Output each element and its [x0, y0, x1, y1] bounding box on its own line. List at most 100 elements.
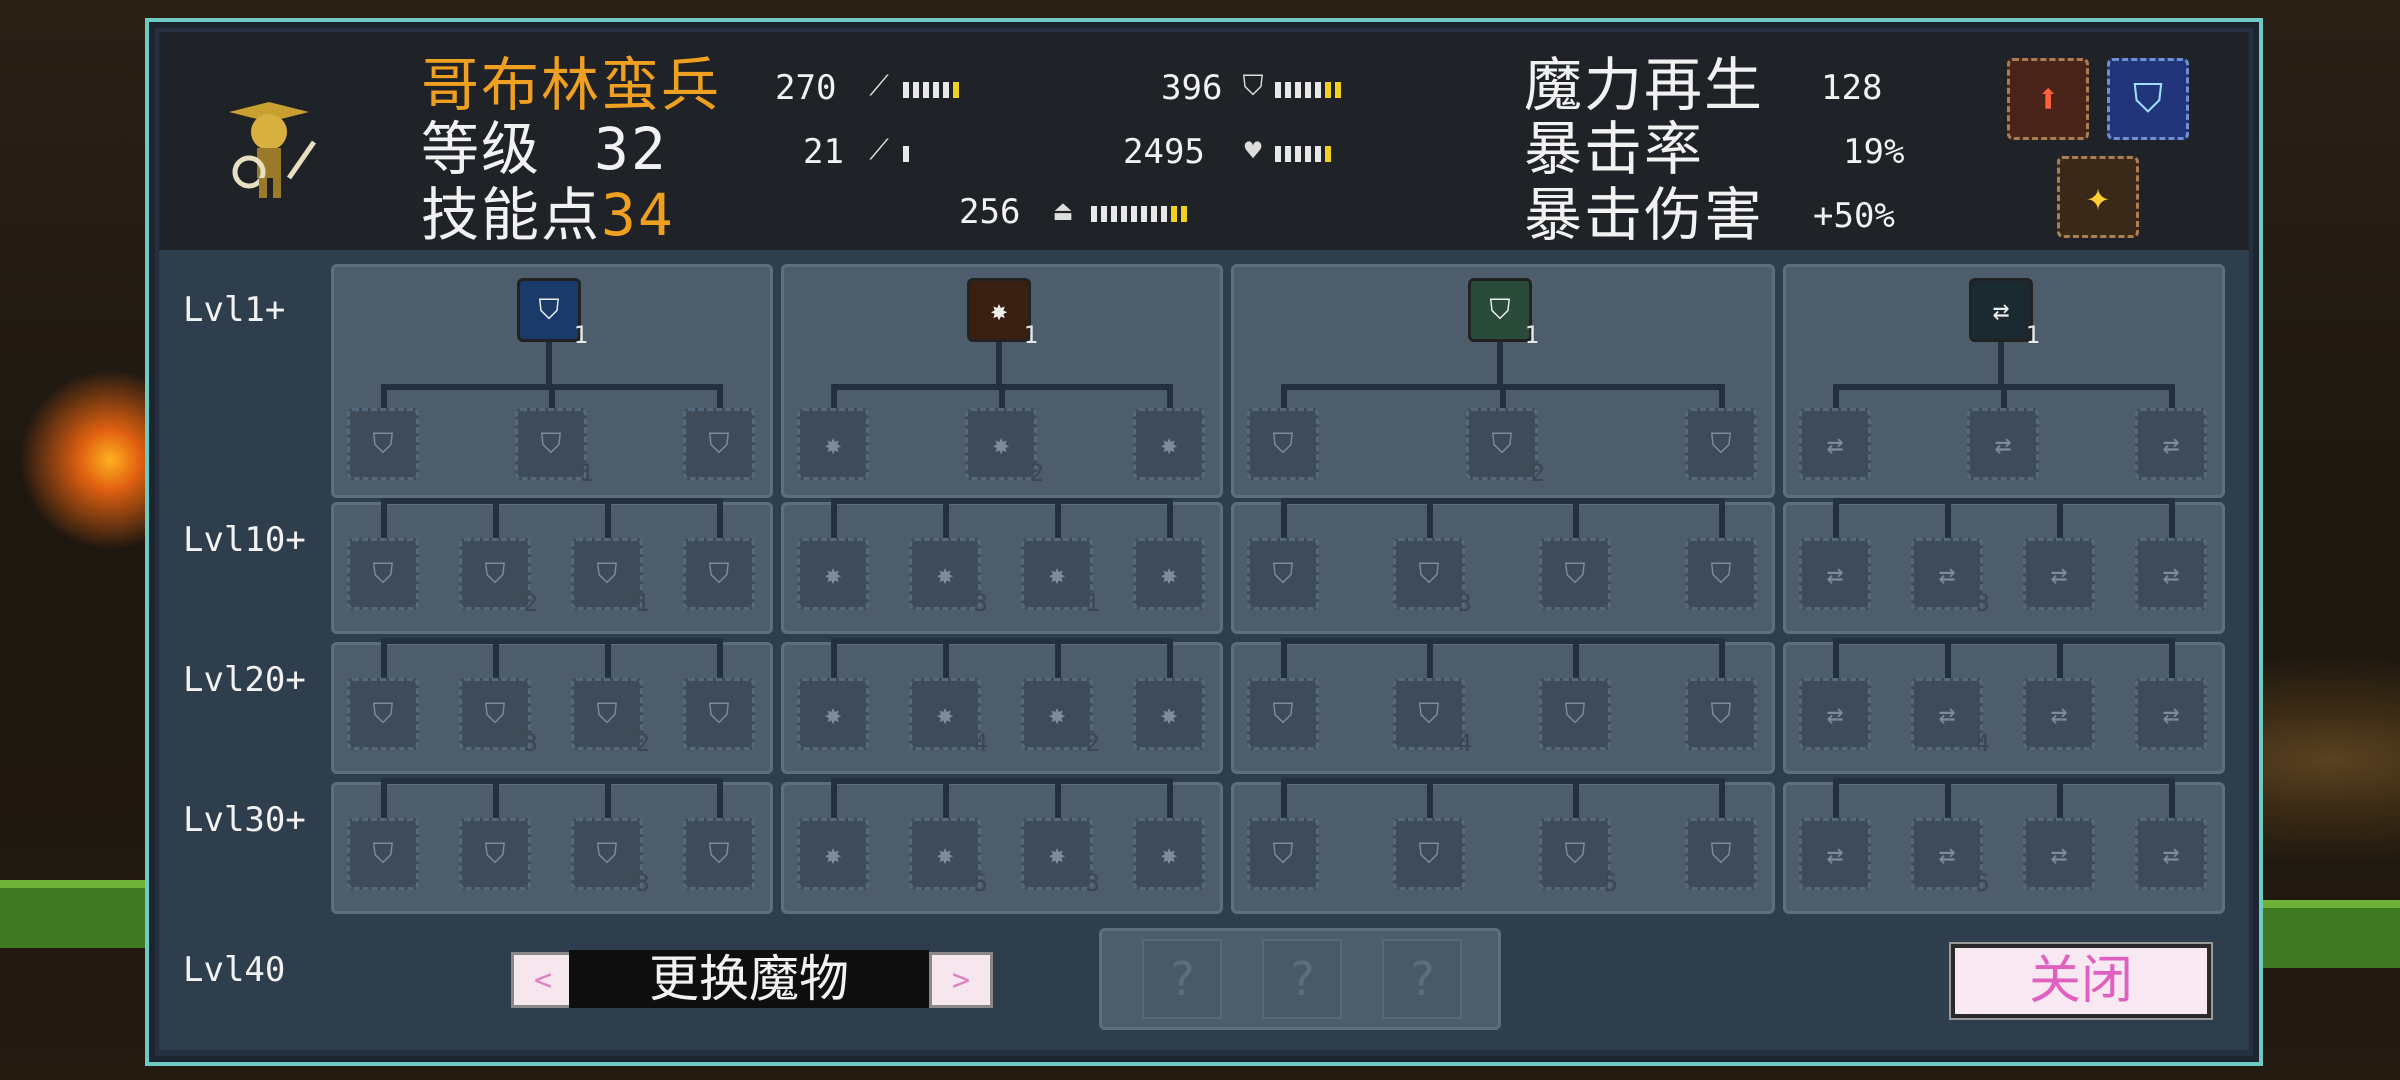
crit-damage-label: 暴击伤害 [1524, 181, 1765, 249]
tree-connector [1281, 638, 1725, 644]
tree-connector [546, 342, 552, 384]
skill-node[interactable]: ⇄ [1799, 538, 1871, 610]
tree-connector [1281, 778, 1287, 818]
skill-node[interactable]: ✸ [797, 538, 869, 610]
tree-connector [1281, 498, 1287, 538]
skill-node[interactable]: ⛉ 3 [1393, 538, 1472, 617]
skill-node[interactable]: ⇄ [2135, 538, 2207, 610]
skill-node[interactable]: ⇄ 5 [1911, 818, 1990, 897]
skill-node[interactable]: ✸ [797, 408, 869, 480]
skill-node[interactable]: ✸ 3 [1021, 818, 1100, 897]
close-button[interactable]: 关闭 [1951, 944, 2211, 1018]
skill-node[interactable]: ⇄ 4 [1911, 678, 1990, 757]
tree-connector [1497, 342, 1503, 384]
skill-node[interactable]: ⛉ [347, 818, 419, 890]
skill-node[interactable]: ⇄ [2023, 678, 2095, 750]
attack-up-equipment-icon[interactable]: ⬆ [2007, 58, 2089, 140]
skill-node[interactable]: ⛉ 1 [515, 408, 594, 487]
level-label: Lvl1+ [183, 290, 286, 330]
skill-node[interactable]: ⇄ [1799, 408, 1871, 480]
tree-connector [1281, 778, 1725, 784]
skill-node[interactable]: ✸ 4 [909, 678, 988, 757]
skill-points-row: 技能点34 [421, 168, 675, 252]
skill-node-root[interactable]: ⛉ 1 [1468, 278, 1539, 349]
tree-connector [1833, 498, 2175, 504]
skill-node[interactable]: ⇄ [2135, 678, 2207, 750]
tree-connector [605, 498, 611, 538]
grass-ledge [0, 880, 150, 948]
skill-node[interactable]: ⛉ [1685, 538, 1757, 610]
skill-node-root[interactable]: ⇄ 1 [1969, 278, 2040, 349]
skill-count: 2 [523, 589, 538, 617]
tree-connector [1427, 498, 1433, 538]
skill-node[interactable]: ⇄ [1799, 818, 1871, 890]
skill-node[interactable]: ⛉ [1247, 678, 1319, 750]
skill-node[interactable]: ⇄ 3 [1911, 538, 1990, 617]
skill-node[interactable]: ⛉ 2 [571, 678, 650, 757]
skill-node[interactable]: ✸ 2 [965, 408, 1044, 487]
tree-connector [1167, 498, 1173, 538]
skill-node[interactable]: ⛉ [459, 818, 531, 890]
skill-node[interactable]: ⛉ 4 [1393, 678, 1472, 757]
tree-connector [1427, 638, 1433, 678]
skill-node[interactable]: ✸ 1 [1021, 538, 1100, 617]
skill-node[interactable]: ⛉ [1539, 678, 1611, 750]
skill-node[interactable]: ⛉ [1247, 818, 1319, 890]
skill-count: 1 [573, 321, 588, 349]
skill-node[interactable]: ⇄ [2023, 538, 2095, 610]
skill-node[interactable]: ⛉ [1685, 408, 1757, 480]
skill-node[interactable]: ⛉ 2 [459, 538, 538, 617]
skill-node[interactable]: ✸ [1133, 678, 1205, 750]
tree-connector [1833, 384, 1839, 408]
skill-count: 4 [1457, 729, 1472, 757]
next-monster-button[interactable]: > [929, 952, 993, 1008]
skill-node[interactable]: ⛉ [683, 678, 755, 750]
skill-node[interactable]: ⇄ [2135, 408, 2207, 480]
defense-staff-equipment-icon[interactable]: ⛉ [2107, 58, 2189, 140]
locked-skills-box: ? ? ? [1099, 928, 1501, 1030]
skill-node-root[interactable]: ⛉ 1 [517, 278, 588, 349]
skill-node[interactable]: ✸ 5 [909, 818, 988, 897]
skill-count: 5 [973, 869, 988, 897]
skill-node[interactable]: ⇄ [1967, 408, 2039, 480]
skill-node[interactable]: ⛉ 2 [1466, 408, 1545, 487]
skill-node[interactable]: ⛉ [347, 678, 419, 750]
sparkle-equipment-icon[interactable]: ✦ [2057, 156, 2139, 238]
skill-node[interactable]: ⛉ [683, 408, 755, 480]
skill-node[interactable]: ⛉ [1247, 408, 1319, 480]
prev-monster-button[interactable]: < [511, 952, 575, 1008]
skill-count: 1 [1524, 321, 1539, 349]
magic-value: 21 [803, 132, 844, 172]
skill-node[interactable]: ⛉ [1247, 538, 1319, 610]
tree-connector [1167, 638, 1173, 678]
tree-connector [2169, 498, 2175, 538]
skill-node[interactable]: ⛉ [1393, 818, 1465, 890]
skill-node[interactable]: ⛉ 5 [1539, 818, 1618, 897]
switch-monster-label[interactable]: 更换魔物 [569, 950, 929, 1008]
skill-node[interactable]: ⛉ 3 [459, 678, 538, 757]
skill-node[interactable]: ⛉ [1685, 678, 1757, 750]
skill-node[interactable]: ✸ [1133, 408, 1205, 480]
skill-node[interactable]: ⇄ [2023, 818, 2095, 890]
skill-node[interactable]: ⇄ [1799, 678, 1871, 750]
skill-node[interactable]: ✸ [797, 818, 869, 890]
tree-connector [717, 778, 723, 818]
tree-connector [1055, 638, 1061, 678]
skill-node[interactable]: ✸ 2 [1021, 678, 1100, 757]
skill-node[interactable]: ⛉ 1 [571, 538, 650, 617]
skill-node[interactable]: ⛉ [347, 408, 419, 480]
tree-connector [1833, 638, 2175, 644]
skill-node[interactable]: ✸ [797, 678, 869, 750]
tree-connector [381, 638, 387, 678]
skill-node[interactable]: ⛉ 3 [571, 818, 650, 897]
skill-node[interactable]: ✸ [1133, 818, 1205, 890]
skill-node[interactable]: ⇄ [2135, 818, 2207, 890]
skill-node[interactable]: ⛉ [683, 818, 755, 890]
skill-node[interactable]: ✸ 3 [909, 538, 988, 617]
skill-node-root[interactable]: ✸ 1 [967, 278, 1038, 349]
skill-node[interactable]: ⛉ [683, 538, 755, 610]
skill-node[interactable]: ⛉ [347, 538, 419, 610]
skill-node[interactable]: ✸ [1133, 538, 1205, 610]
skill-node[interactable]: ⛉ [1539, 538, 1611, 610]
skill-node[interactable]: ⛉ [1685, 818, 1757, 890]
